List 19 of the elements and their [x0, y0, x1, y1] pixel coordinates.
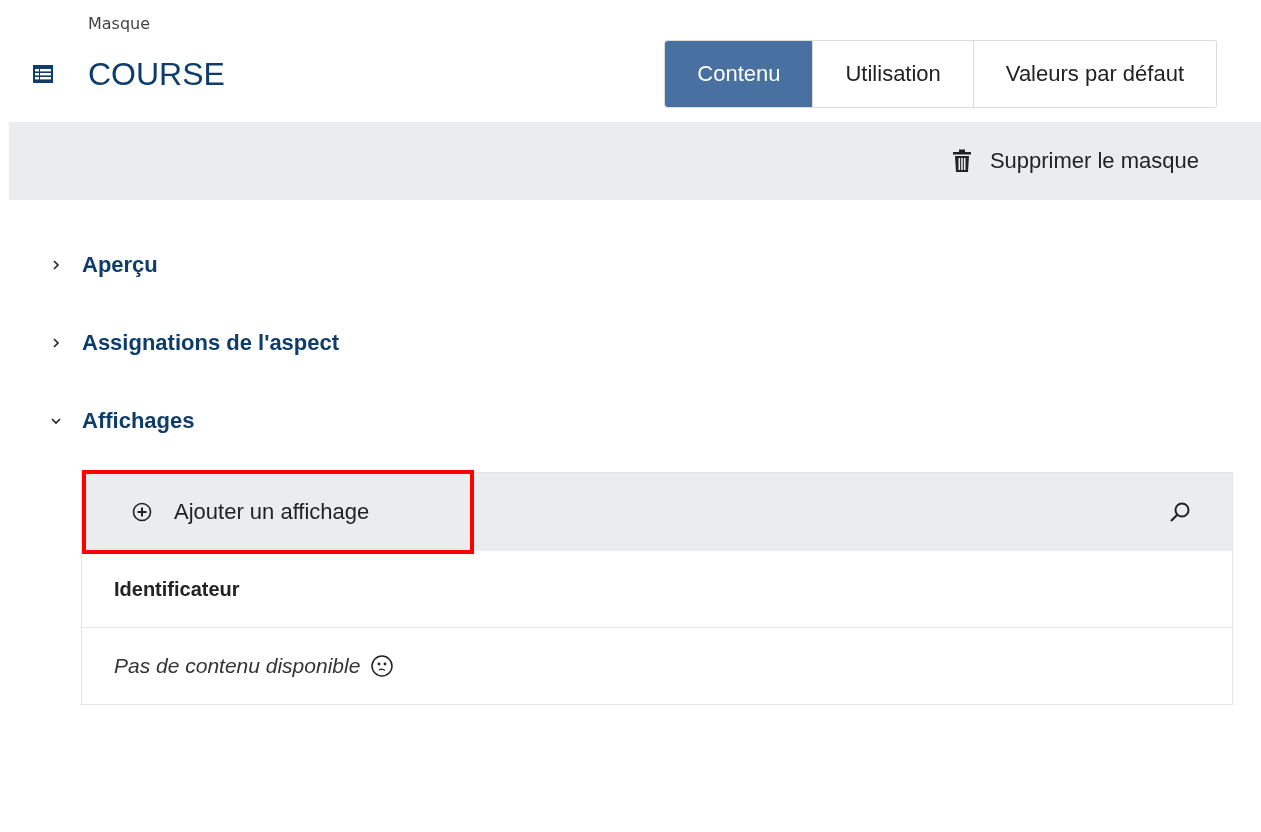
chevron-icon: [50, 415, 62, 427]
tab[interactable]: Contenu: [665, 41, 813, 107]
confused-face-icon: [370, 654, 395, 678]
trash-icon: [951, 149, 972, 173]
section-toggle[interactable]: Assignations de l'aspect: [50, 330, 340, 356]
add-button[interactable]: Ajouter un affichage: [82, 470, 474, 554]
chevron-icon: [50, 337, 62, 349]
plus-circle-icon: [132, 502, 152, 522]
search-icon[interactable]: [1168, 500, 1192, 524]
section-toggle[interactable]: Aperçu: [50, 252, 158, 278]
breadcrumb: Masque: [87, 13, 152, 35]
tab[interactable]: Valeurs par défaut: [972, 41, 1216, 107]
column-header: Identificateur: [114, 577, 240, 601]
section-toggle[interactable]: Affichages: [50, 408, 195, 434]
chevron-icon: [50, 259, 62, 271]
table-icon: [32, 63, 54, 85]
delete-button[interactable]: Supprimer le masque: [945, 142, 1205, 180]
page-title: COURSE: [88, 55, 225, 93]
empty-message: Pas de contenu disponible: [114, 654, 361, 678]
